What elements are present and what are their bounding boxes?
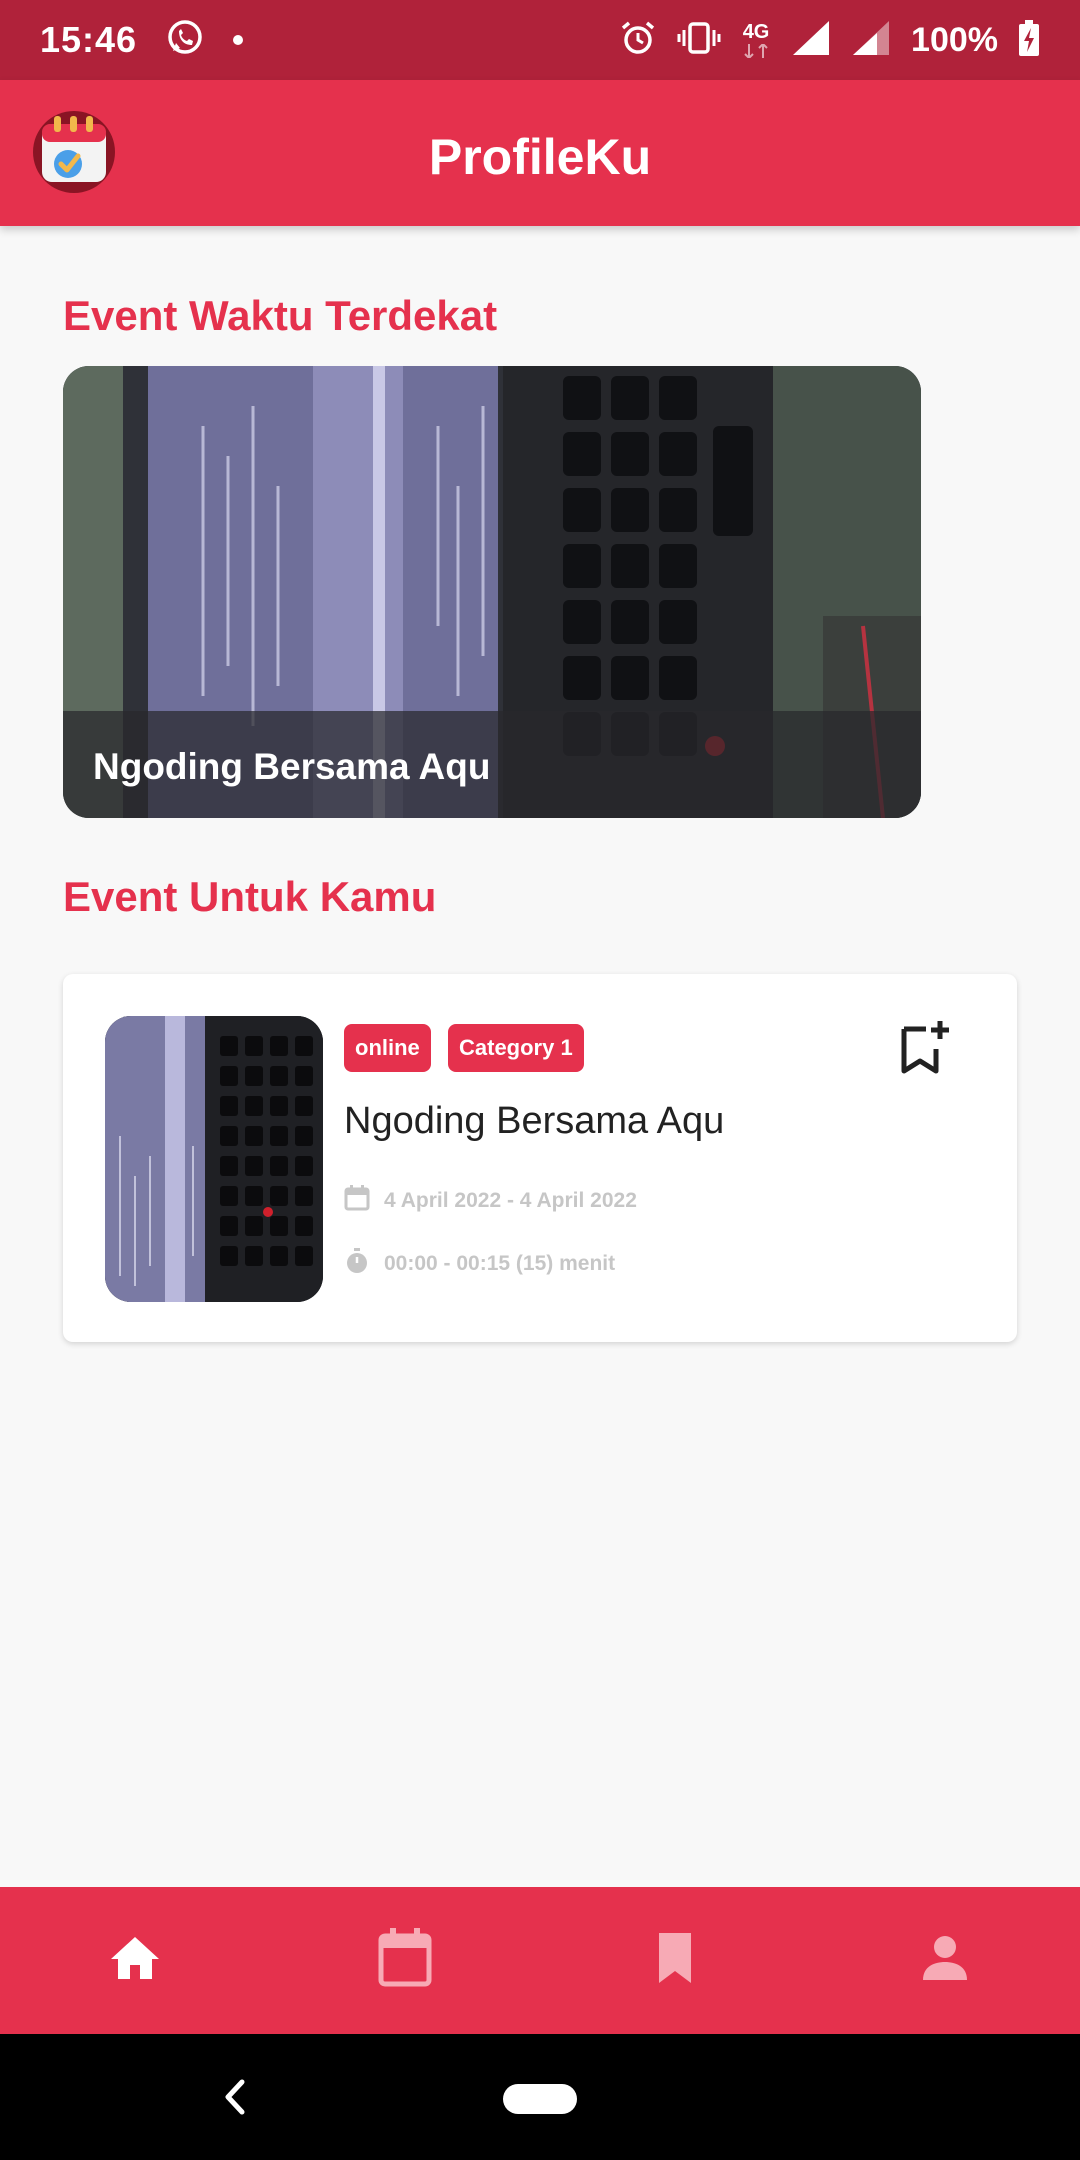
status-left: 15:46 — [40, 18, 244, 63]
app-bar: ProfileKu — [0, 80, 1080, 226]
screen: 15:46 4G 100% ProfileKu Event Waktu Terd… — [0, 0, 1080, 2160]
status-time: 15:46 — [40, 19, 138, 60]
nav-home[interactable] — [0, 1887, 270, 2034]
for-you-events-title: Event Untuk Kamu — [63, 873, 437, 920]
app-title: ProfileKu — [428, 129, 652, 185]
bottom-navigation — [0, 1887, 1080, 2034]
bookmark-add-icon[interactable] — [898, 1019, 952, 1077]
calendar-icon — [377, 1928, 433, 1993]
back-icon[interactable] — [222, 2078, 248, 2121]
timer-icon — [344, 1248, 370, 1280]
featured-event-card[interactable]: Ngoding Bersama Aqu — [63, 366, 921, 818]
signal-icon — [791, 19, 831, 62]
bookmark-icon — [655, 1931, 695, 1990]
event-date: 4 April 2022 - 4 April 2022 — [384, 1189, 637, 1212]
network-type: 4G — [741, 22, 771, 58]
tag-online: online — [344, 1024, 431, 1072]
nearest-events-title: Event Waktu Terdekat — [63, 292, 498, 339]
network-type-label: 4G — [742, 21, 770, 43]
battery-percent: 100% — [911, 20, 998, 59]
notification-dot-icon — [233, 35, 244, 45]
nav-calendar[interactable] — [270, 1887, 540, 2034]
nav-profile[interactable] — [810, 1887, 1080, 2034]
alarm-icon — [619, 19, 657, 62]
event-card[interactable]: online Category 1 Ngoding Bersama Aqu 4 … — [63, 974, 1017, 1342]
event-time-row: 00:00 - 00:15 (15) menit — [344, 1248, 615, 1280]
whatsapp-icon — [165, 18, 205, 63]
calendar-small-icon — [344, 1185, 370, 1217]
person-icon — [921, 1934, 969, 1987]
status-right: 4G 100% — [619, 19, 1040, 62]
featured-event-title: Ngoding Bersama Aqu — [93, 746, 491, 787]
event-date-row: 4 April 2022 - 4 April 2022 — [344, 1185, 637, 1217]
vibrate-icon — [677, 21, 721, 60]
signal-secondary-icon — [851, 19, 891, 62]
system-navigation-bar — [0, 2034, 1080, 2160]
battery-charging-icon — [1018, 19, 1040, 62]
event-title: Ngoding Bersama Aqu — [344, 1100, 725, 1142]
event-thumbnail — [105, 1016, 323, 1302]
status-bar: 15:46 4G 100% — [0, 0, 1080, 80]
nav-bookmarks[interactable] — [540, 1887, 810, 2034]
home-icon — [109, 1935, 161, 1986]
event-time: 00:00 - 00:15 (15) menit — [384, 1252, 616, 1275]
home-pill-button[interactable] — [503, 2084, 577, 2114]
tag-category: Category 1 — [448, 1024, 584, 1072]
